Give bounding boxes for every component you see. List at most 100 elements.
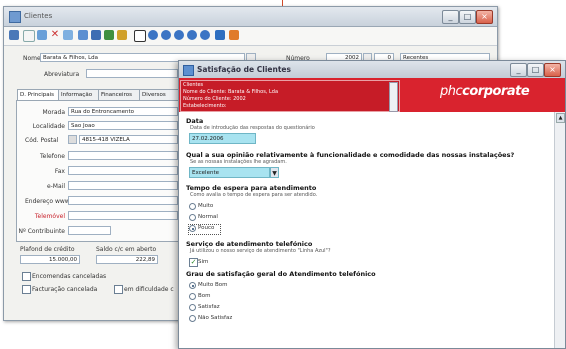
contribuinte-label: Nº Contribuinte bbox=[18, 228, 66, 235]
delete-icon[interactable]: ✕ bbox=[50, 30, 60, 40]
plafond-input[interactable]: 15.000,00 bbox=[20, 255, 80, 264]
telefone-label: Telefone bbox=[40, 153, 65, 160]
nav-first-icon[interactable] bbox=[148, 30, 158, 40]
question-subtitle: Como avalia o tempo de espera para ser a… bbox=[190, 192, 318, 198]
encomendas-checkbox[interactable] bbox=[22, 272, 31, 281]
sim-label: Sim bbox=[198, 259, 209, 265]
codpostal-label: Cód. Postal bbox=[25, 137, 59, 144]
satisfacao-window: Satisfação de Clientes _ □ × Clientes No… bbox=[178, 60, 566, 349]
form-scrollbar[interactable]: ▲ bbox=[554, 112, 565, 348]
dificuldade-checkbox[interactable] bbox=[114, 285, 123, 294]
codpostal-input[interactable]: 4815-418 VIZELA bbox=[79, 135, 178, 144]
question-title: Grau de satisfação geral do Atendimento … bbox=[186, 270, 376, 278]
minimize-button[interactable]: _ bbox=[510, 63, 527, 77]
localidade-label: Localidade bbox=[32, 123, 65, 130]
clientes-titlebar[interactable]: Clientes _ □ × bbox=[4, 7, 497, 27]
print-icon[interactable] bbox=[134, 30, 146, 42]
nav-next-icon[interactable] bbox=[174, 30, 184, 40]
maximize-button[interactable]: □ bbox=[459, 10, 476, 24]
radio-bom-label: Bom bbox=[198, 293, 211, 299]
codpostal-lookup-button[interactable] bbox=[68, 135, 77, 144]
nome-label: Nome bbox=[23, 55, 41, 62]
telemovel-input[interactable] bbox=[68, 211, 178, 220]
info-scrollbar[interactable] bbox=[389, 82, 398, 112]
email-label: e-Mail bbox=[46, 183, 65, 190]
info-line: Nome do Cliente: Barata & Filhos, Lda bbox=[183, 89, 279, 95]
brand-header: Clientes Nome do Cliente: Barata & Filho… bbox=[179, 78, 565, 112]
chart-icon[interactable] bbox=[104, 30, 114, 40]
localidade-input[interactable]: Sao Joao bbox=[68, 121, 178, 130]
morada-label: Morada bbox=[42, 109, 65, 116]
question-title: Qual a sua opinião relativamente à funci… bbox=[186, 151, 515, 159]
sim-checkbox[interactable]: ✓ bbox=[189, 258, 198, 267]
telemovel-label: Telemóvel bbox=[34, 213, 65, 220]
list-icon[interactable] bbox=[78, 30, 88, 40]
radio-satisfaz[interactable] bbox=[189, 304, 196, 311]
refresh-icon[interactable] bbox=[200, 30, 210, 40]
radio-normal-label: Normal bbox=[198, 214, 218, 220]
telefone-input[interactable] bbox=[68, 151, 178, 160]
encomendas-label: Encomendas canceladas bbox=[32, 273, 107, 280]
radio-pouco[interactable] bbox=[189, 225, 196, 232]
radio-nao-satisfaz[interactable] bbox=[189, 315, 196, 322]
radio-muito-label: Muito bbox=[198, 203, 214, 209]
radio-nao-satisfaz-label: Não Satisfaz bbox=[198, 315, 233, 321]
window-title: Clientes bbox=[24, 12, 53, 20]
questionnaire-form: Data Data de introdução das respostas do… bbox=[181, 112, 553, 348]
saldo-input[interactable]: 222,89 bbox=[96, 255, 158, 264]
satisfacao-titlebar[interactable]: Satisfação de Clientes _ □ × bbox=[179, 61, 565, 79]
scroll-up-arrow[interactable]: ▲ bbox=[556, 113, 565, 123]
question-subtitle: Data de introdução das respostas do ques… bbox=[190, 125, 315, 131]
new-document-icon[interactable] bbox=[23, 30, 35, 42]
find-icon[interactable] bbox=[215, 30, 225, 40]
search-icon[interactable] bbox=[9, 30, 19, 40]
abreviatura-label: Abreviatura bbox=[44, 71, 80, 78]
facturacao-label: Facturação cancelada bbox=[32, 286, 98, 293]
radio-normal[interactable] bbox=[189, 214, 196, 221]
radio-pouco-label: Pouco bbox=[198, 225, 215, 231]
question-title: Serviço de atendimento telefónico bbox=[186, 240, 313, 248]
morada-input[interactable]: Rua do Entroncamento bbox=[68, 107, 178, 116]
radio-satisfaz-label: Satisfaz bbox=[198, 304, 220, 310]
close-button[interactable]: × bbox=[544, 63, 561, 77]
info-line: Clientes bbox=[183, 82, 204, 88]
toolbar: ✕ bbox=[4, 27, 497, 46]
maximize-button[interactable]: □ bbox=[527, 63, 544, 77]
radio-muito-bom-label: Muito Bom bbox=[198, 282, 228, 288]
saldo-label: Saldo c/c em aberto bbox=[96, 246, 157, 253]
question-subtitle: Se as nossas instalações lhe agradam. bbox=[190, 159, 287, 165]
dificuldade-label: em dificuldade c bbox=[124, 286, 174, 293]
copy-icon[interactable] bbox=[37, 30, 47, 40]
client-info-box: Clientes Nome do Cliente: Barata & Filho… bbox=[180, 80, 400, 112]
info-line: Número do Cliente: 2002 bbox=[183, 96, 246, 102]
question-title: Tempo de espera para atendimento bbox=[186, 184, 317, 192]
help-icon[interactable] bbox=[229, 30, 239, 40]
radio-muito[interactable] bbox=[189, 203, 196, 210]
instalacoes-dropdown[interactable]: Excelente bbox=[189, 167, 270, 178]
email-input[interactable] bbox=[68, 181, 178, 190]
question-subtitle: Já utilizou o nosso serviço de atendimen… bbox=[190, 248, 331, 254]
fax-input[interactable] bbox=[68, 166, 178, 175]
grid-icon[interactable] bbox=[91, 30, 101, 40]
radio-muito-bom[interactable] bbox=[189, 282, 196, 289]
tools-icon[interactable] bbox=[117, 30, 127, 40]
minimize-button[interactable]: _ bbox=[442, 10, 459, 24]
window-title: Satisfação de Clientes bbox=[197, 65, 291, 74]
close-button[interactable]: × bbox=[476, 10, 493, 24]
phc-logo: phccorporate bbox=[440, 84, 530, 99]
nav-prev-icon[interactable] bbox=[161, 30, 171, 40]
app-icon bbox=[9, 11, 21, 23]
nav-last-icon[interactable] bbox=[187, 30, 197, 40]
plafond-label: Plafond de crédito bbox=[20, 246, 75, 253]
data-input[interactable]: 27.02.2006 bbox=[189, 133, 256, 144]
fax-label: Fax bbox=[54, 168, 65, 175]
contribuinte-input[interactable] bbox=[68, 226, 111, 235]
chevron-down-icon[interactable]: ▼ bbox=[270, 167, 279, 178]
facturacao-checkbox[interactable] bbox=[22, 285, 31, 294]
edit-icon[interactable] bbox=[63, 30, 73, 40]
endereco-www-input[interactable] bbox=[68, 196, 178, 205]
radio-bom[interactable] bbox=[189, 293, 196, 300]
question-title: Data bbox=[186, 117, 204, 125]
window-icon bbox=[183, 65, 194, 76]
abreviatura-input[interactable] bbox=[86, 69, 178, 78]
